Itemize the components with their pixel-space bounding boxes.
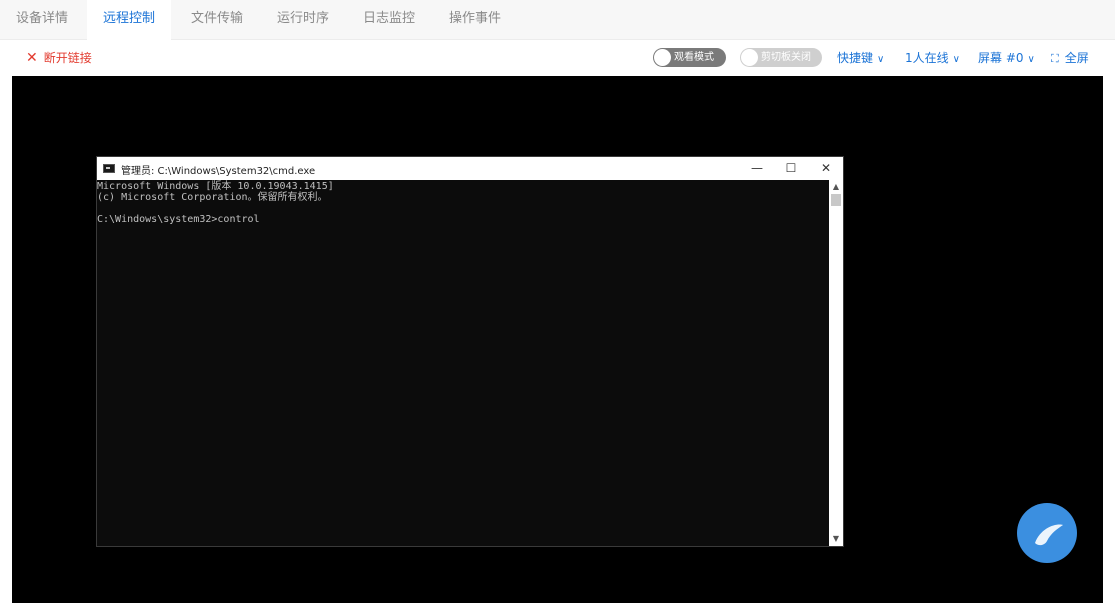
shortcuts-label: 快捷键: [837, 51, 874, 65]
screen-select-label: 屏幕 #0: [978, 51, 1024, 65]
scroll-down-icon[interactable]: ▼: [829, 532, 843, 546]
online-users-dropdown[interactable]: 1人在线 ∨: [905, 49, 960, 66]
minimize-button[interactable]: —: [740, 157, 774, 180]
remote-screen[interactable]: 管理员: C:\Windows\System32\cmd.exe — ☐ ✕ M…: [12, 76, 1103, 603]
console-line: C:\Windows\system32>control: [97, 214, 260, 225]
console-scrollbar[interactable]: ▲ ▼: [829, 180, 843, 546]
close-icon: ✕: [26, 50, 38, 66]
fullscreen-label: 全屏: [1064, 51, 1089, 65]
clipboard-label: 剪切板关闭: [761, 52, 811, 63]
chevron-down-icon: ∨: [877, 54, 885, 65]
tab-remote-control[interactable]: 远程控制: [87, 0, 171, 40]
tab-file-transfer[interactable]: 文件传输: [174, 0, 260, 39]
floating-assistant-button[interactable]: [1017, 503, 1077, 563]
cmd-window[interactable]: 管理员: C:\Windows\System32\cmd.exe — ☐ ✕ M…: [96, 156, 844, 547]
view-mode-label: 观看模式: [674, 52, 714, 63]
cmd-window-title: 管理员: C:\Windows\System32\cmd.exe: [121, 166, 316, 177]
console-icon: [103, 164, 115, 173]
scroll-up-icon[interactable]: ▲: [829, 180, 843, 194]
console-line: (c) Microsoft Corporation。保留所有权利。: [97, 192, 328, 203]
maximize-button[interactable]: ☐: [774, 157, 808, 180]
console-output[interactable]: Microsoft Windows [版本 10.0.19043.1415] (…: [97, 180, 829, 546]
tab-device-details[interactable]: 设备详情: [0, 0, 84, 39]
cmd-titlebar[interactable]: 管理员: C:\Windows\System32\cmd.exe — ☐ ✕: [97, 157, 843, 180]
view-mode-toggle[interactable]: 观看模式: [653, 48, 726, 67]
toolbar: ✕ 断开链接 观看模式 剪切板关闭 快捷键 ∨ 1人在线 ∨ 屏幕 #0 ∨ ⛶ 全屏: [0, 40, 1115, 76]
shortcuts-dropdown[interactable]: 快捷键 ∨: [837, 49, 884, 66]
tab-operation-events[interactable]: 操作事件: [432, 0, 518, 39]
chevron-down-icon: ∨: [952, 54, 960, 65]
close-window-button[interactable]: ✕: [809, 157, 843, 180]
clipboard-toggle[interactable]: 剪切板关闭: [740, 48, 822, 67]
toggle-knob: [654, 49, 671, 66]
online-users-label: 1人在线: [905, 51, 949, 65]
expand-icon: ⛶: [1051, 52, 1059, 65]
tab-bar: 设备详情 远程控制 文件传输 运行时序 日志监控 操作事件: [0, 0, 1115, 40]
chevron-down-icon: ∨: [1027, 54, 1035, 65]
tab-runtime-sequence[interactable]: 运行时序: [260, 0, 346, 39]
scroll-thumb[interactable]: [831, 194, 841, 206]
screen-select-dropdown[interactable]: 屏幕 #0 ∨: [978, 49, 1035, 66]
toggle-knob: [741, 49, 758, 66]
tab-log-monitor[interactable]: 日志监控: [346, 0, 432, 39]
assistant-icon: [1035, 524, 1063, 546]
console-line: Microsoft Windows [版本 10.0.19043.1415]: [97, 181, 334, 192]
fullscreen-button[interactable]: ⛶ 全屏: [1051, 49, 1089, 66]
disconnect-button[interactable]: ✕ 断开链接: [26, 49, 92, 66]
disconnect-label: 断开链接: [43, 51, 92, 65]
